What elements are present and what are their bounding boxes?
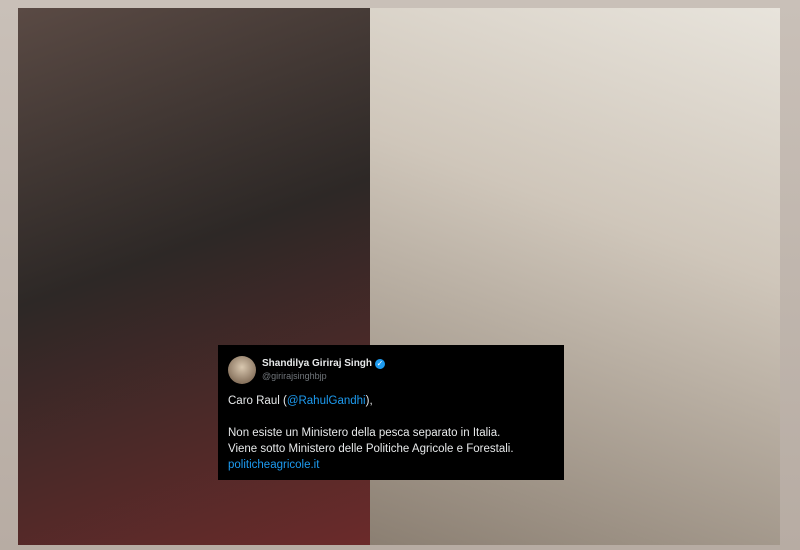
tweet-line-1: Non esiste un Ministero della pesca sepa…: [228, 427, 501, 439]
mention-link[interactable]: @RahulGandhi: [287, 395, 366, 407]
tweet-card: Shandilya Giriraj Singh ✓ @girirajsinghb…: [218, 345, 564, 480]
image-frame: Shandilya Giriraj Singh ✓ @girirajsinghb…: [0, 0, 800, 550]
greeting-prefix: Caro Raul (: [228, 395, 287, 407]
display-name: Shandilya Giriraj Singh: [262, 358, 373, 369]
tweet-header: Shandilya Giriraj Singh ✓ @girirajsinghb…: [228, 353, 554, 387]
tweet-body: Caro Raul (@RahulGandhi), Non esiste un …: [228, 393, 554, 473]
tweet-author: Shandilya Giriraj Singh ✓ @girirajsinghb…: [262, 357, 386, 383]
greeting-suffix: ),: [365, 395, 373, 407]
name-row: Shandilya Giriraj Singh ✓: [262, 357, 386, 370]
handle: @girirajsinghbjp: [262, 371, 327, 381]
greeting-line: Caro Raul (@RahulGandhi),: [228, 393, 554, 409]
tweet-link[interactable]: politicheagricole.it: [228, 459, 319, 471]
verified-badge-icon: ✓: [375, 358, 386, 369]
avatar: [228, 356, 256, 384]
tweet-line-2: Viene sotto Ministero delle Politiche Ag…: [228, 443, 514, 455]
